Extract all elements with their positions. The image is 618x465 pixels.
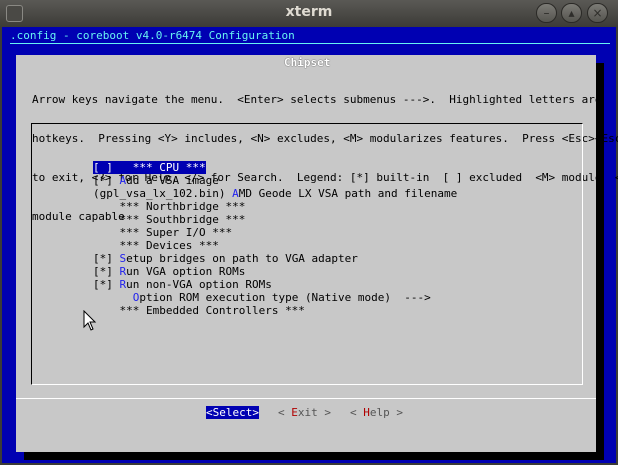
menu-item-label: *** Northbridge *** xyxy=(119,200,246,213)
window-title: xterm xyxy=(285,4,333,20)
menu-item[interactable]: [ ] *** CPU *** xyxy=(93,161,206,174)
menu-item-prefix: [*] xyxy=(93,278,120,291)
minimize-icon[interactable]: – xyxy=(536,3,557,23)
menu-item-label: un non-VGA option ROMs xyxy=(126,278,272,291)
menu-item-prefix: [*] xyxy=(93,265,120,278)
menuconfig-dialog: Chipset Arrow keys navigate the menu. <E… xyxy=(16,55,618,452)
menu-item[interactable]: (gpl_vsa_lx_102.bin) AMD Geode LX VSA pa… xyxy=(93,187,457,200)
menu-item-label: MD Geode LX VSA path and filename xyxy=(238,187,458,200)
menu-item[interactable]: [*] Run non-VGA option ROMs xyxy=(93,278,272,291)
menu-item[interactable]: *** Southbridge *** xyxy=(93,213,246,226)
dialog-shadow-right xyxy=(596,63,604,460)
menu-item[interactable]: *** Super I/O *** xyxy=(93,226,233,239)
menu-item[interactable]: [*] Setup bridges on path to VGA adapter xyxy=(93,252,358,265)
menu-item-prefix: (gpl_vsa_lx_102.bin) xyxy=(93,187,233,200)
config-divider xyxy=(10,43,610,44)
menu-item-prefix xyxy=(93,291,133,304)
menu-item-prefix xyxy=(93,213,120,226)
terminal-area[interactable]: .config - coreboot v4.0-r6474 Configurat… xyxy=(2,27,618,463)
menu-item-label: *** Embedded Controllers *** xyxy=(119,304,305,317)
menu-item[interactable]: [*] Add a VSA image xyxy=(93,174,219,187)
menu-item-label: un VGA option ROMs xyxy=(126,265,246,278)
menu-item[interactable]: [*] Run VGA option ROMs xyxy=(93,265,245,278)
window-titlebar[interactable]: xterm – ▴ × xyxy=(0,0,618,27)
dialog-shadow-bottom xyxy=(24,452,604,460)
menu-item-label: *** Super I/O *** xyxy=(119,226,233,239)
menu-item-prefix xyxy=(93,200,120,213)
help-button[interactable]: < Help > xyxy=(350,406,403,419)
menu-item-label: *** Devices *** xyxy=(119,239,219,252)
exit-button[interactable]: < Exit > xyxy=(278,406,331,419)
menu-item[interactable]: *** Northbridge *** xyxy=(93,200,246,213)
menu-item-prefix: [ ] xyxy=(93,161,120,174)
help-line: Arrow keys navigate the menu. <Enter> se… xyxy=(32,93,602,106)
close-icon[interactable]: × xyxy=(587,3,608,23)
config-title: .config - coreboot v4.0-r6474 Configurat… xyxy=(10,29,295,42)
menu-item-label: *** CPU *** xyxy=(119,161,206,174)
menu-item-hotkey: A xyxy=(232,187,239,200)
menu-item[interactable]: Option ROM execution type (Native mode) … xyxy=(93,291,431,304)
menu-item-prefix xyxy=(93,239,120,252)
menu-item[interactable]: *** Devices *** xyxy=(93,239,219,252)
menu-item-label: etup bridges on path to VGA adapter xyxy=(126,252,358,265)
select-button[interactable]: <Select> xyxy=(206,406,259,419)
menu-item-prefix: [*] xyxy=(93,252,120,265)
menu-item-prefix xyxy=(93,226,120,239)
menu-item-label: *** Southbridge *** xyxy=(119,213,246,226)
buttons-divider xyxy=(16,398,596,399)
menu-item[interactable]: *** Embedded Controllers *** xyxy=(93,304,305,317)
menu-item-label: ption ROM execution type (Native mode) -… xyxy=(139,291,431,304)
maximize-icon[interactable]: ▴ xyxy=(561,3,582,23)
menu-item-label: dd a VSA image xyxy=(126,174,219,187)
menu-item-prefix: [*] xyxy=(93,174,120,187)
mouse-pointer-icon xyxy=(83,310,97,331)
